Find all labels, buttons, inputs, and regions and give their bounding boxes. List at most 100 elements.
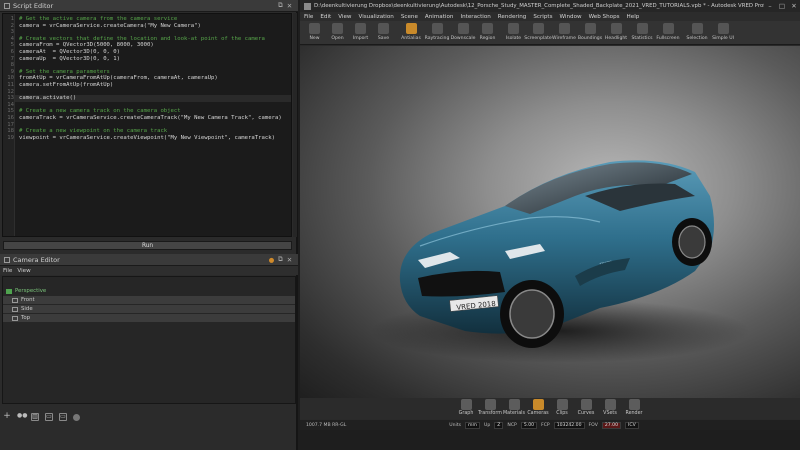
dock-label: VSets xyxy=(603,411,617,416)
antialias-icon xyxy=(405,23,417,34)
line-number: 8 xyxy=(10,62,14,69)
downscale-button[interactable]: Downscale xyxy=(450,23,476,41)
menu-window[interactable]: Window xyxy=(560,14,582,20)
statistics-button[interactable]: Statistics xyxy=(629,23,655,41)
copy-icon[interactable]: ▭ xyxy=(45,413,53,421)
ncp-field[interactable]: 5.00 xyxy=(520,421,538,429)
menu-file[interactable]: File xyxy=(3,268,12,274)
icv-button[interactable]: ICV xyxy=(625,421,639,429)
line-number: 3 xyxy=(10,29,14,36)
group-icon[interactable]: ●● xyxy=(17,413,27,421)
tree-item-front[interactable]: Front xyxy=(3,296,295,304)
menu-web-shops[interactable]: Web Shops xyxy=(589,14,620,20)
new-button[interactable]: New xyxy=(303,23,326,41)
open-button[interactable]: Open xyxy=(326,23,349,41)
record-icon[interactable] xyxy=(73,413,80,421)
fullscreen-button[interactable]: Fullscreen xyxy=(655,23,681,41)
isolate-button[interactable]: Isolate xyxy=(502,23,525,41)
minimize-icon[interactable]: – xyxy=(764,2,776,10)
import-button[interactable]: Import xyxy=(349,23,372,41)
vsets-icon xyxy=(604,399,616,410)
menu-view[interactable]: View xyxy=(17,268,30,274)
fullscreen-icon xyxy=(662,23,674,34)
dock-cameras-button[interactable]: Cameras xyxy=(527,399,549,419)
boundings-button[interactable]: Boundings xyxy=(577,23,603,41)
toolbar-label: Selection xyxy=(686,36,708,41)
menu-edit[interactable]: Edit xyxy=(320,14,331,20)
menu-animation[interactable]: Animation xyxy=(425,14,454,20)
maximize-icon[interactable]: □ xyxy=(776,2,788,10)
toolbar-label: Save xyxy=(377,36,390,41)
menu-rendering[interactable]: Rendering xyxy=(498,14,527,20)
line-number: 9 xyxy=(10,68,14,75)
toolbar-label: Wireframe xyxy=(552,36,576,41)
line-number: 1 xyxy=(10,16,14,22)
code-scrollbar[interactable] xyxy=(293,13,297,237)
screenplate-button[interactable]: Screenplate xyxy=(524,23,552,41)
fcp-label: FCP xyxy=(541,422,550,428)
menu-help[interactable]: Help xyxy=(627,14,640,20)
units-select[interactable]: mm xyxy=(465,421,480,429)
menu-scripts[interactable]: Scripts xyxy=(533,14,552,20)
code-line: viewpoint = vrCameraService.createViewpo… xyxy=(19,134,275,141)
raytracing-button[interactable]: Raytracing xyxy=(424,23,450,41)
toolbar-label: Boundings xyxy=(577,36,603,41)
menu-visualization[interactable]: Visualization xyxy=(359,14,394,20)
materials-icon xyxy=(508,399,520,410)
dock-materials-button[interactable]: Materials xyxy=(503,399,525,419)
headlight-button[interactable]: Headlight xyxy=(603,23,629,41)
menu-scene[interactable]: Scene xyxy=(401,14,418,20)
headlight-icon xyxy=(610,23,622,34)
camera-icon xyxy=(12,306,18,312)
render-icon xyxy=(628,399,640,410)
dock-vsets-button[interactable]: VSets xyxy=(599,399,621,419)
close-icon[interactable]: ✕ xyxy=(285,2,294,10)
dock-curves-button[interactable]: Curves xyxy=(575,399,597,419)
line-number: 11 xyxy=(7,82,14,88)
float-icon[interactable]: ⧉ xyxy=(276,255,285,264)
delete-icon[interactable]: ▥ xyxy=(31,413,39,421)
up-axis-select[interactable]: Z xyxy=(494,421,504,429)
selection-button[interactable]: Selection xyxy=(684,23,710,41)
dock-label: Materials xyxy=(503,411,525,416)
dock-render-button[interactable]: Render xyxy=(623,399,645,419)
add-icon[interactable]: + xyxy=(3,412,11,421)
simple-ui-button[interactable]: Simple UI xyxy=(710,23,736,41)
tree-item-side[interactable]: Side xyxy=(3,305,295,313)
isolate-icon xyxy=(508,23,519,34)
save-icon xyxy=(378,23,389,34)
dock-clips-button[interactable]: Clips xyxy=(551,399,573,419)
downscale-icon xyxy=(457,23,469,34)
dock-graph-button[interactable]: Graph xyxy=(455,399,477,419)
region-button[interactable]: Region xyxy=(476,23,499,41)
close-icon[interactable]: ✕ xyxy=(788,2,800,10)
menu-interaction[interactable]: Interaction xyxy=(460,14,490,20)
save-button[interactable]: Save xyxy=(372,23,395,41)
fov-field[interactable]: 27.00 xyxy=(601,421,622,429)
menu-view[interactable]: View xyxy=(338,14,351,20)
dock-transform-button[interactable]: Transform xyxy=(478,399,502,419)
tree-item-top[interactable]: Top xyxy=(3,314,295,322)
code-line: camera.activate() xyxy=(19,95,77,102)
code-editor[interactable]: 1 2 3 4 5 6 7 8 9 10 11 12 13 14 15 16 17 18 19 # Get the … xyxy=(2,13,292,237)
wireframe-button[interactable]: Wireframe xyxy=(551,23,577,41)
paste-icon[interactable]: ▭ xyxy=(59,413,67,421)
run-button[interactable]: Run xyxy=(3,241,292,250)
float-icon[interactable]: ⧉ xyxy=(276,1,285,10)
settings-icon[interactable]: ● xyxy=(267,256,276,264)
line-number: 12 xyxy=(7,88,14,95)
code-line: cameraTrack = vrCameraService.createCame… xyxy=(19,115,282,121)
module-dock: Graph Transform Materials Cameras Clips Curve… xyxy=(300,398,800,419)
raytracing-icon xyxy=(431,23,443,34)
code-line: # Create a new camera track on the camer… xyxy=(19,108,181,115)
fcp-field[interactable]: 103242.00 xyxy=(553,421,585,429)
region-icon xyxy=(482,23,493,34)
antialias-button[interactable]: Antialias xyxy=(398,23,424,41)
units-label: Units xyxy=(449,422,462,428)
tree-item-perspective[interactable]: Perspective xyxy=(3,287,295,295)
render-viewport[interactable]: VRED 2018 TESTR xyxy=(300,46,800,398)
script-editor-panel: Script Editor ⧉ ✕ 1 2 3 4 5 6 7 8 9 10 11 12 13 14 15 1… xyxy=(0,0,298,252)
memory-readout: 1007.7 MB RR-GL xyxy=(306,422,347,428)
menu-file[interactable]: File xyxy=(304,14,313,20)
close-icon[interactable]: ✕ xyxy=(285,256,294,264)
